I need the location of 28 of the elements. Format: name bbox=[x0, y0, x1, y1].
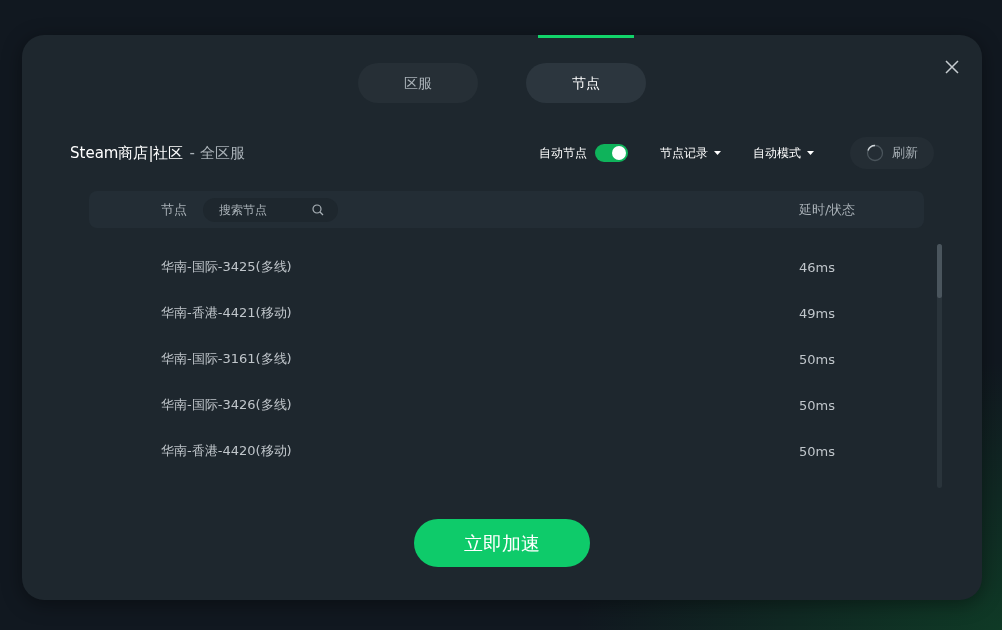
dropdown-button[interactable]: 节点记录 bbox=[660, 144, 721, 162]
search-icon bbox=[312, 203, 324, 216]
dropdown-button[interactable]: 自动模式 bbox=[753, 144, 814, 162]
node-name[interactable]: 华南-国际-3161(多线) bbox=[161, 350, 292, 368]
region-label: - 全区服 bbox=[189, 143, 245, 163]
close-icon[interactable] bbox=[945, 60, 959, 74]
scrollbar[interactable] bbox=[937, 244, 942, 488]
column-header: 节点 bbox=[161, 200, 187, 219]
latency-value: 46ms bbox=[799, 259, 836, 275]
game-title: Steam商店|社区 bbox=[70, 143, 184, 163]
tab[interactable]: 节点 bbox=[526, 63, 646, 103]
column-header: 延时/状态 bbox=[799, 200, 857, 219]
node-name[interactable]: 华南-香港-4421(移动) bbox=[161, 304, 292, 322]
caret-icon bbox=[807, 151, 814, 155]
latency-value: 50ms bbox=[799, 351, 836, 367]
tab[interactable]: 区服 bbox=[358, 63, 478, 103]
node-name[interactable]: 华南-香港-4420(移动) bbox=[161, 442, 292, 460]
toggle-switch[interactable] bbox=[595, 144, 628, 162]
caret-icon bbox=[714, 151, 721, 155]
node-name[interactable]: 华南-国际-3426(多线) bbox=[161, 396, 292, 414]
spinner-icon bbox=[866, 144, 884, 162]
refresh-button[interactable]: 刷新 bbox=[850, 137, 934, 169]
search-field[interactable]: 搜索节点 bbox=[203, 197, 338, 222]
latency-value: 49ms bbox=[799, 305, 836, 321]
toggle-label: 自动节点 bbox=[539, 144, 587, 162]
latency-value: 50ms bbox=[799, 397, 836, 413]
latency-value: 50ms bbox=[799, 443, 836, 459]
node-name[interactable]: 华南-国际-3425(多线) bbox=[161, 258, 292, 276]
